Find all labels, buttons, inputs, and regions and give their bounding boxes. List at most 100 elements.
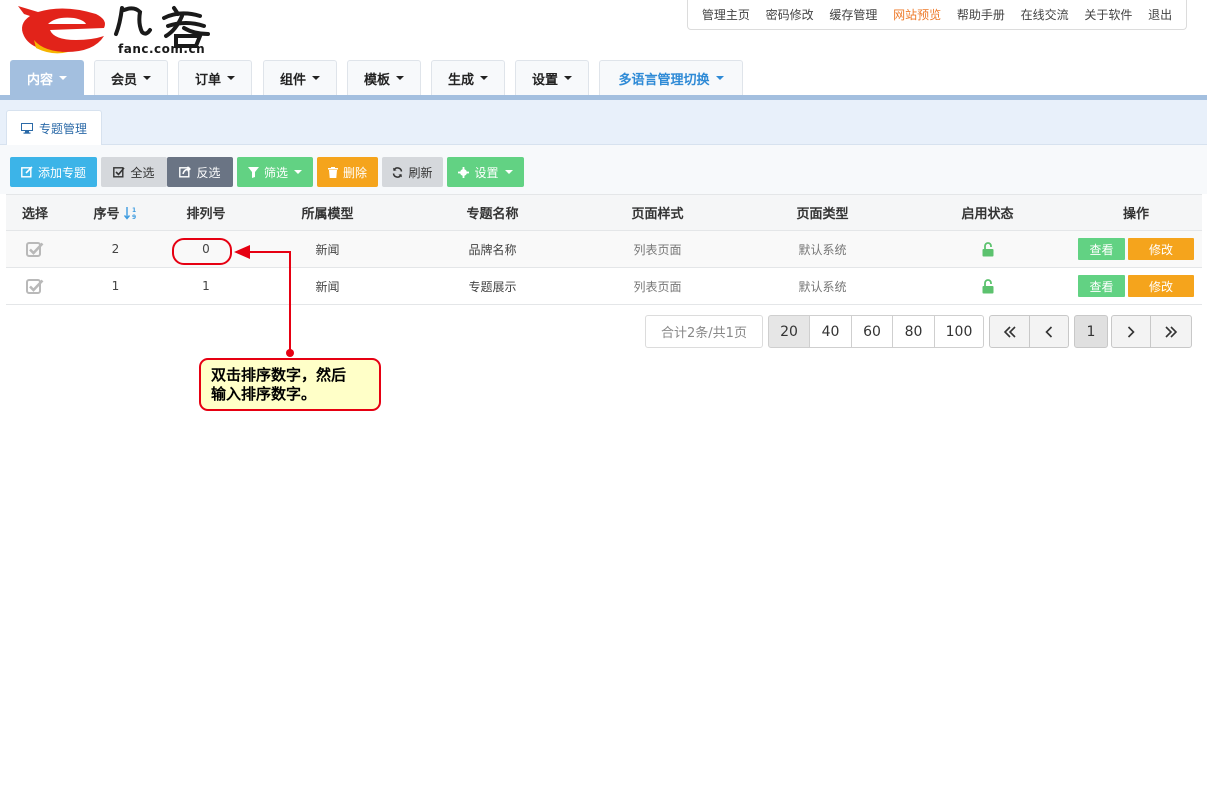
nav-tab-label: 内容 <box>26 72 53 88</box>
edit-icon <box>21 166 33 178</box>
nav-tab-label: 会员 <box>110 72 137 88</box>
top-link-cache[interactable]: 缓存管理 <box>829 6 877 23</box>
table-row: 1 1 新闻 专题展示 列表页面 默认系统 查看 修改 <box>6 268 1202 305</box>
nav-tab-generate[interactable]: 生成 <box>431 60 505 95</box>
page-size-60[interactable]: 60 <box>851 315 893 348</box>
logo: fanc.com.cn <box>4 0 234 56</box>
double-chevron-left-icon <box>1003 325 1016 338</box>
filter-button[interactable]: 筛选 <box>237 157 313 187</box>
row-status[interactable] <box>905 268 1070 304</box>
caret-down-icon <box>715 76 724 80</box>
select-all-button[interactable]: 全选 <box>101 157 167 187</box>
view-button[interactable]: 查看 <box>1078 275 1125 297</box>
main-nav: 内容 会员 订单 组件 模板 生成 设置 多语言管理切换 <box>0 60 1207 100</box>
prev-page-button[interactable] <box>1029 315 1069 348</box>
top-link-password[interactable]: 密码修改 <box>766 6 814 23</box>
nav-tab-settings[interactable]: 设置 <box>515 60 589 95</box>
col-name: 专题名称 <box>466 207 519 222</box>
annotation-line-2: 输入排序数字。 <box>211 385 317 403</box>
col-label: 序号 <box>93 207 120 222</box>
settings-button[interactable]: 设置 <box>447 157 524 187</box>
row-model: 新闻 <box>315 279 340 294</box>
filter-icon <box>247 166 259 178</box>
share-square-icon <box>179 166 192 178</box>
add-topic-button[interactable]: 添加专题 <box>10 157 97 187</box>
caret-down-icon <box>227 76 235 80</box>
next-page-button[interactable] <box>1111 315 1151 348</box>
row-name: 品牌名称 <box>468 242 517 257</box>
button-label: 设置 <box>474 165 499 180</box>
col-style: 页面样式 <box>631 207 684 222</box>
top-link-chat[interactable]: 在线交流 <box>1021 6 1069 23</box>
top-link-help[interactable]: 帮助手册 <box>957 6 1005 23</box>
col-status: 启用状态 <box>961 207 1014 222</box>
row-sort-number[interactable]: 1 <box>167 268 245 304</box>
nav-tab-orders[interactable]: 订单 <box>178 60 252 95</box>
check-square-icon <box>113 167 126 178</box>
row-ops: 查看 修改 <box>1070 268 1202 304</box>
edit-button[interactable]: 修改 <box>1128 238 1194 260</box>
caret-down-icon <box>294 170 302 174</box>
row-status[interactable] <box>905 231 1070 267</box>
row-id: 1 <box>111 279 120 293</box>
row-model: 新闻 <box>315 242 340 257</box>
current-page[interactable]: 1 <box>1074 315 1108 348</box>
logo-text: fanc.com.cn <box>118 42 206 56</box>
svg-text:9: 9 <box>132 214 136 220</box>
page-size-20[interactable]: 20 <box>768 315 810 348</box>
col-type: 页面类型 <box>796 207 849 222</box>
caret-down-icon <box>504 170 513 174</box>
sort-numeric-icon: 19 <box>123 206 136 220</box>
top-links: 管理主页 密码修改 缓存管理 网站预览 帮助手册 在线交流 关于软件 退出 <box>687 0 1187 30</box>
row-checkbox[interactable] <box>6 231 64 267</box>
top-link-preview[interactable]: 网站预览 <box>893 6 941 23</box>
nav-tab-language[interactable]: 多语言管理切换 <box>599 60 743 95</box>
nav-tab-label: 设置 <box>531 72 558 88</box>
row-style: 列表页面 <box>633 279 682 294</box>
svg-text:1: 1 <box>132 207 136 214</box>
nav-tab-components[interactable]: 组件 <box>263 60 337 95</box>
annotation-callout: 双击排序数字，然后 输入排序数字。 <box>199 358 381 411</box>
row-style: 列表页面 <box>633 242 682 257</box>
button-label: 全选 <box>130 165 155 180</box>
col-select: 选择 <box>21 207 48 222</box>
gear-icon <box>458 166 470 178</box>
last-page-button[interactable] <box>1150 315 1192 348</box>
col-ops: 操作 <box>1122 207 1149 222</box>
page-size-40[interactable]: 40 <box>809 315 852 348</box>
top-link-home[interactable]: 管理主页 <box>702 6 750 23</box>
nav-tab-label: 订单 <box>194 72 221 88</box>
invert-select-button[interactable]: 反选 <box>167 157 233 187</box>
row-checkbox[interactable] <box>6 268 64 304</box>
caret-down-icon <box>143 76 151 80</box>
unlock-icon <box>982 278 993 293</box>
tab-label: 专题管理 <box>38 122 87 136</box>
double-chevron-right-icon <box>1165 325 1178 338</box>
header: fanc.com.cn 管理主页 密码修改 缓存管理 网站预览 帮助手册 在线交… <box>0 0 1207 60</box>
table-header: 选择 序号 19 排列号 所属模型 专题名称 页面样式 页面类型 启用状态 操作 <box>6 194 1202 231</box>
tab-topic-management[interactable]: 专题管理 <box>6 110 102 146</box>
top-link-logout[interactable]: 退出 <box>1148 6 1172 23</box>
page-size-80[interactable]: 80 <box>892 315 935 348</box>
caret-down-icon <box>564 76 572 80</box>
col-id[interactable]: 序号 19 <box>64 195 167 230</box>
page-size-100[interactable]: 100 <box>934 315 984 348</box>
nav-tab-content[interactable]: 内容 <box>10 60 84 95</box>
nav-tab-label: 多语言管理切换 <box>618 72 710 88</box>
monitor-icon <box>20 123 33 134</box>
unlock-icon <box>982 241 993 256</box>
top-link-about[interactable]: 关于软件 <box>1084 6 1132 23</box>
nav-tab-label: 生成 <box>447 72 474 88</box>
row-type: 默认系统 <box>798 242 847 257</box>
delete-button[interactable]: 删除 <box>317 157 378 187</box>
edit-button[interactable]: 修改 <box>1128 275 1194 297</box>
nav-tab-label: 模板 <box>363 72 390 88</box>
view-button[interactable]: 查看 <box>1078 238 1125 260</box>
nav-tab-members[interactable]: 会员 <box>94 60 168 95</box>
first-page-button[interactable] <box>989 315 1030 348</box>
row-name: 专题展示 <box>468 279 517 294</box>
row-ops: 查看 修改 <box>1070 231 1202 267</box>
nav-tab-templates[interactable]: 模板 <box>347 60 421 95</box>
button-label: 刷新 <box>408 165 433 180</box>
refresh-button[interactable]: 刷新 <box>382 157 443 187</box>
